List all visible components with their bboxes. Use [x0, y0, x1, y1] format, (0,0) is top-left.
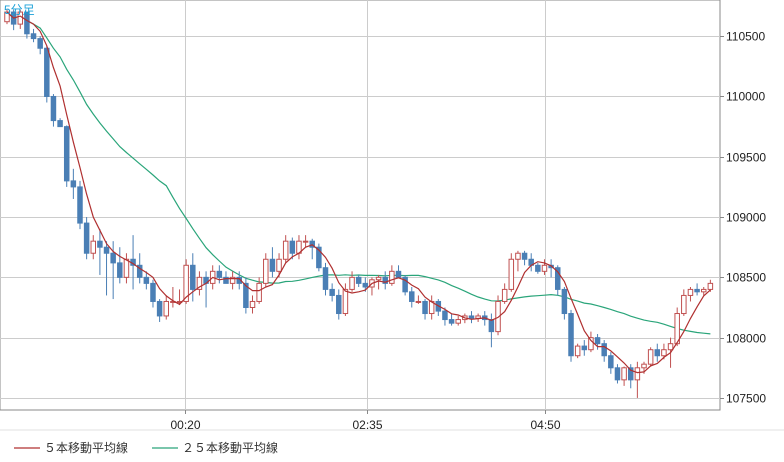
candle-body — [282, 240, 289, 260]
candle-body — [508, 258, 515, 290]
candle-body — [614, 367, 621, 381]
legend-ma5-label: ５本移動平均線 — [44, 440, 128, 455]
candle-body — [647, 349, 654, 365]
candle-body — [50, 95, 57, 122]
chart-container: 107500 108000 108500 109000 109500 110000 1105… — [0, 0, 784, 462]
y-tick-label: 108500 — [726, 271, 766, 285]
candle-body — [389, 270, 395, 284]
candle-body — [515, 252, 521, 260]
candle-body — [700, 288, 707, 293]
candle-body — [289, 240, 296, 254]
candle-body — [163, 300, 170, 317]
candle-body — [63, 126, 70, 182]
candle-body — [667, 343, 674, 351]
y-tick-label: 110000 — [726, 90, 765, 104]
candle-body — [415, 300, 422, 303]
candle-body — [355, 276, 362, 284]
candle-body — [654, 349, 661, 357]
candle-body — [707, 282, 714, 290]
candle-body — [362, 282, 369, 288]
candle-body — [681, 294, 687, 315]
candle-body — [581, 345, 588, 351]
candle-body — [70, 180, 77, 188]
candle-body — [110, 252, 116, 264]
candle-body — [594, 337, 601, 345]
candle-body — [336, 294, 342, 315]
candle-body — [687, 288, 694, 296]
candle-body — [123, 258, 130, 278]
candle-body — [661, 349, 667, 357]
y-tick-label: 108000 — [726, 332, 766, 346]
candle-body — [77, 186, 83, 224]
candlestick-chart[interactable]: 107500 108000 108500 109000 109500 110000 1105… — [0, 0, 784, 462]
y-tick-label: 109500 — [726, 151, 766, 165]
candle-body — [263, 258, 269, 284]
candle-body — [448, 319, 455, 324]
candle-body — [190, 264, 196, 290]
candle-body — [342, 288, 349, 315]
candle — [508, 253, 515, 292]
candle-body — [395, 270, 402, 278]
candle-body — [574, 345, 581, 357]
candle — [568, 309, 574, 362]
candle — [316, 243, 322, 272]
candle-body — [103, 246, 110, 254]
candle-body — [375, 276, 382, 281]
candle-body — [117, 262, 123, 278]
candle-body — [44, 47, 50, 97]
candle-body — [521, 252, 528, 260]
candle-body — [621, 367, 627, 381]
candle-body — [455, 319, 461, 324]
plot-area — [0, 0, 721, 411]
candle-body — [442, 310, 448, 321]
candle-body — [322, 267, 329, 290]
candle-body — [83, 222, 90, 254]
candle-body — [468, 315, 475, 319]
candle-body — [349, 276, 355, 290]
candle-body — [143, 276, 150, 284]
legend-ma25-label: ２５本移動平均線 — [182, 440, 278, 455]
candle-body — [501, 288, 508, 302]
candle-body — [37, 38, 43, 49]
candle-body — [601, 343, 607, 357]
candle — [77, 180, 83, 230]
candle-body — [150, 282, 156, 302]
candle-body — [634, 367, 641, 381]
candle-body — [488, 319, 495, 333]
candle-body — [422, 300, 428, 315]
candle — [647, 347, 654, 367]
candle-body — [256, 282, 262, 302]
candle-body — [276, 258, 282, 272]
timeframe-label: 5分足 — [4, 3, 35, 17]
y-tick-label: 107500 — [726, 392, 766, 406]
candle-body — [329, 288, 335, 296]
candle-body — [641, 363, 647, 369]
candle-body — [269, 258, 276, 272]
candle — [44, 45, 50, 103]
candle-body — [216, 270, 223, 278]
y-tick-label: 109000 — [726, 211, 766, 225]
candle-body — [30, 33, 37, 40]
candle-body — [608, 355, 614, 369]
candle-body — [90, 240, 97, 254]
y-tick-label: 110500 — [726, 30, 765, 44]
candle-body — [541, 264, 548, 272]
candle — [574, 343, 581, 359]
candle — [83, 217, 90, 260]
candle-body — [535, 264, 541, 272]
candle-body — [409, 291, 415, 302]
candle-body — [57, 120, 63, 128]
candle-body — [561, 288, 568, 315]
candle-body — [97, 240, 103, 248]
candle-body — [568, 313, 574, 357]
candle-body — [249, 300, 256, 308]
candle — [63, 125, 70, 187]
candle-body — [156, 300, 163, 317]
candle-body — [694, 288, 700, 293]
candle-body — [302, 240, 309, 243]
candle-body — [588, 337, 594, 351]
